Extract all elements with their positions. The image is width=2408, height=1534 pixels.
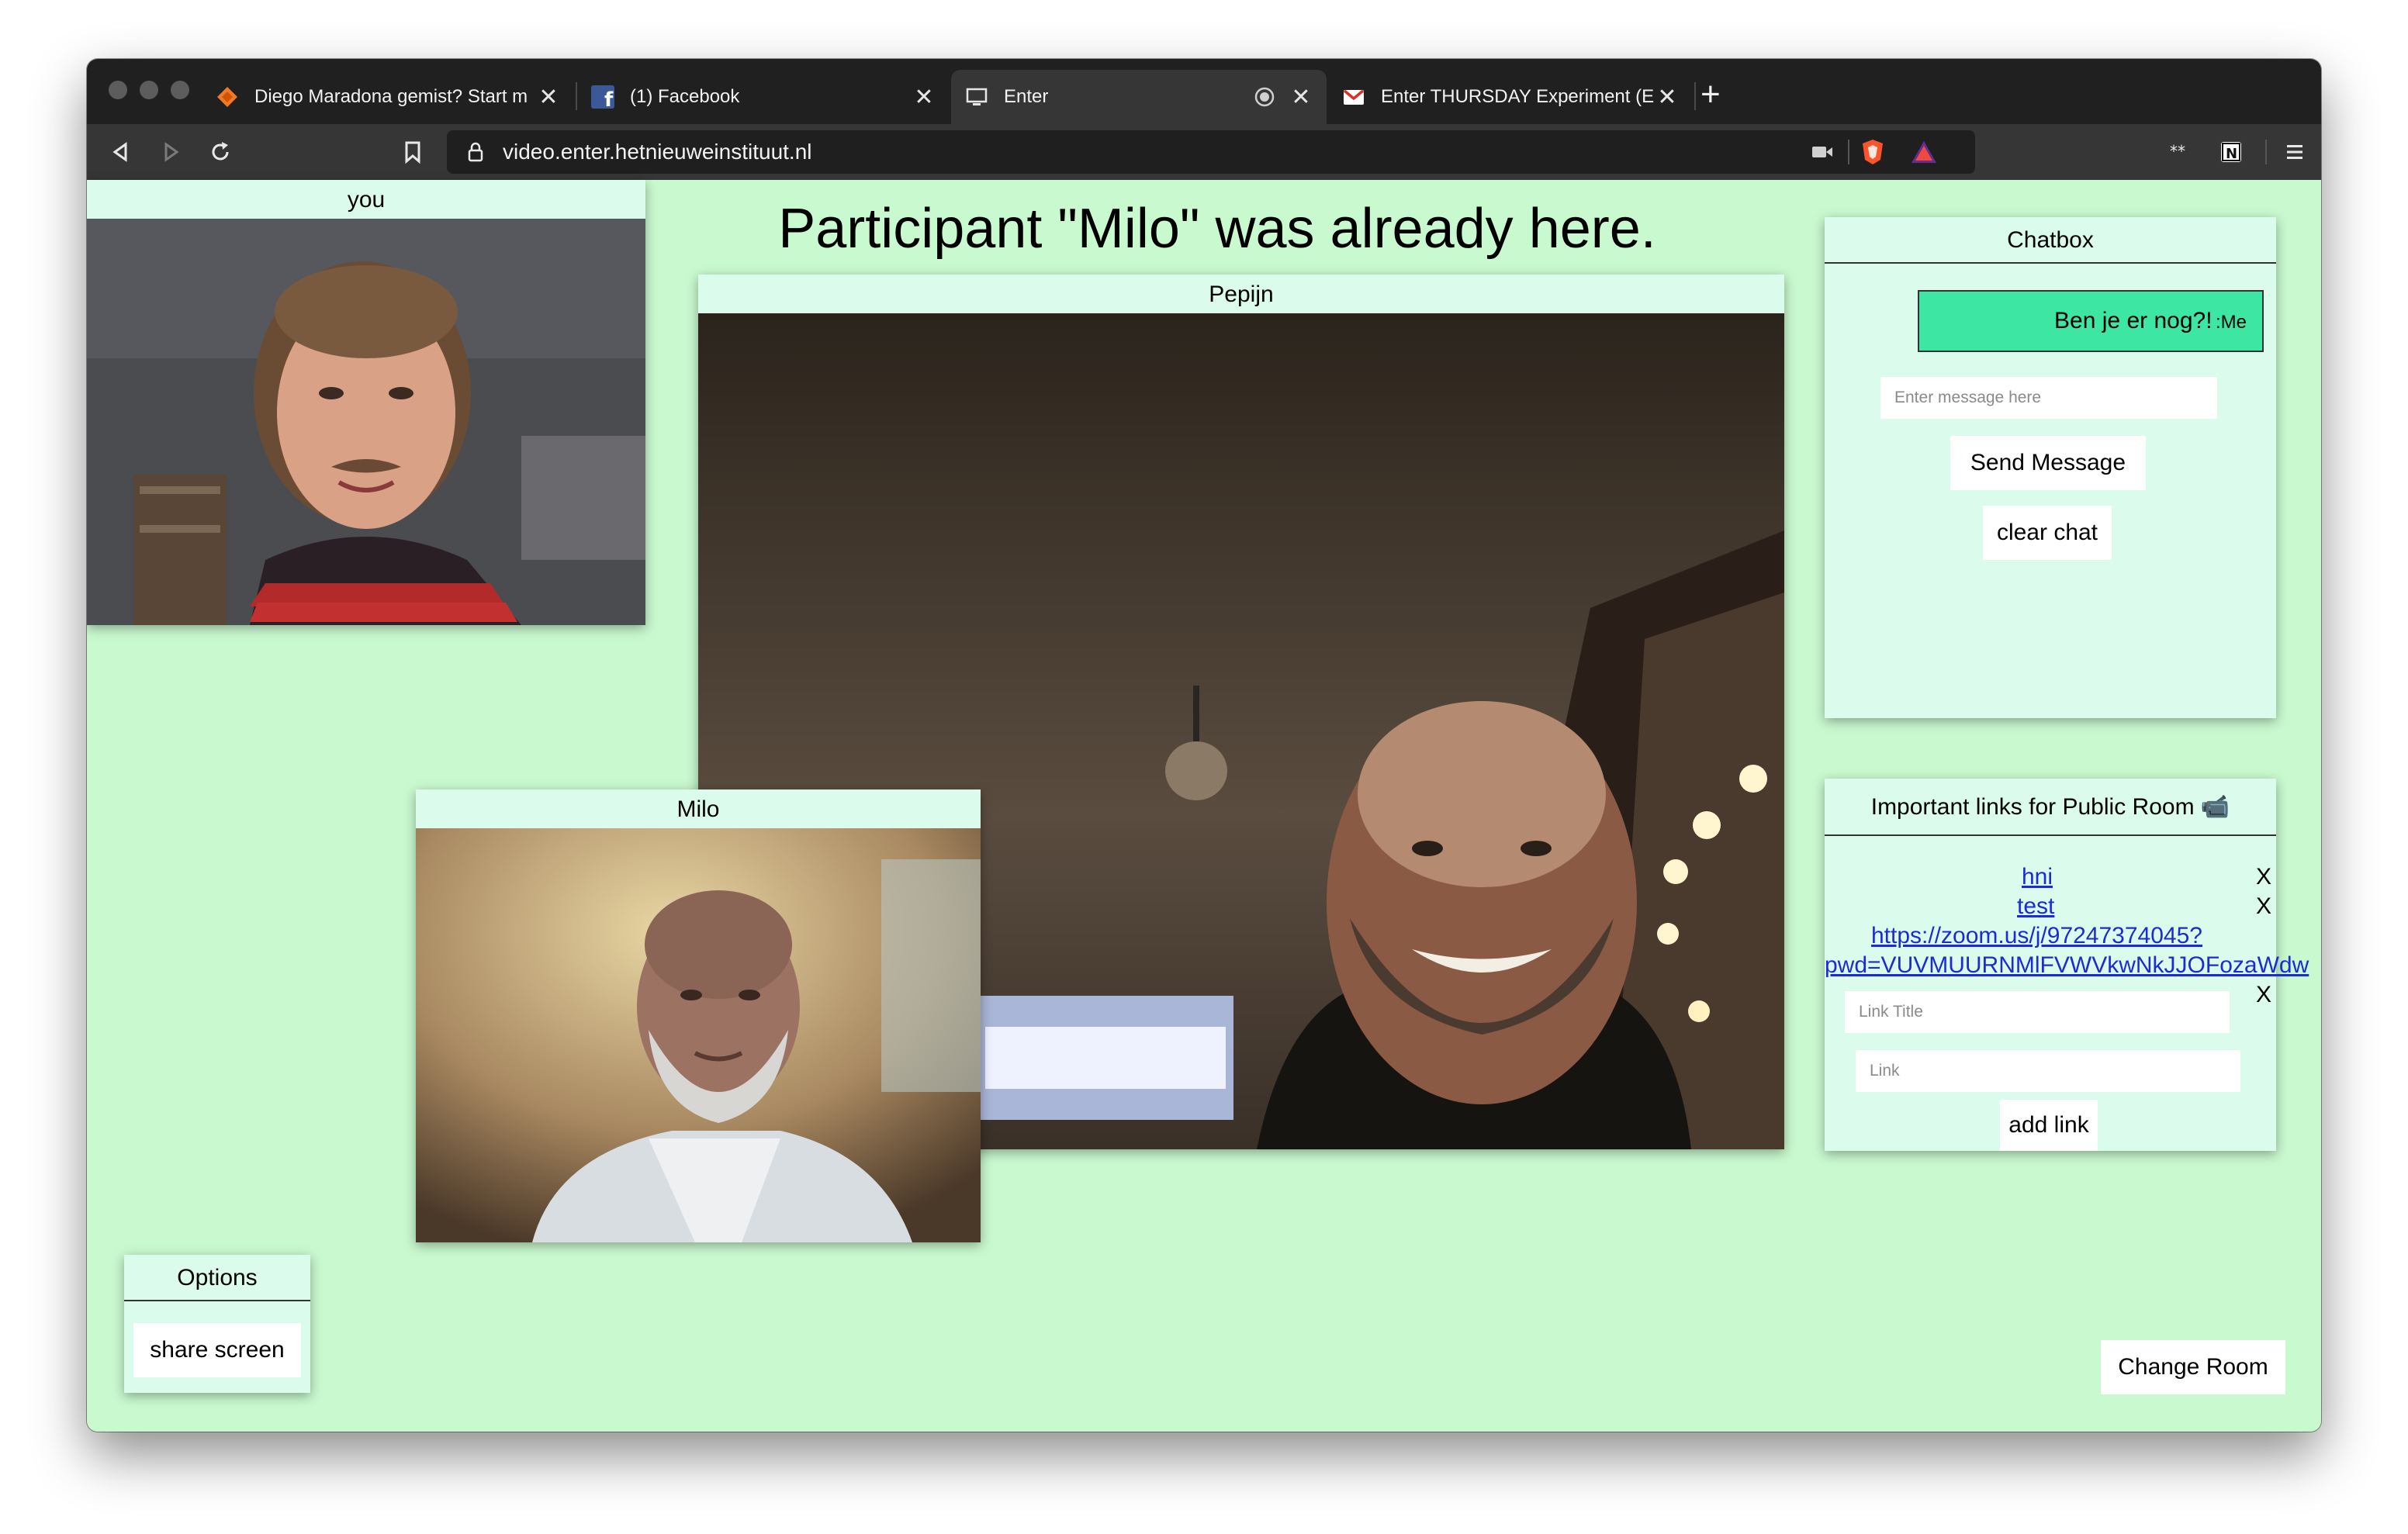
remove-link-button[interactable]: X [2256, 893, 2271, 920]
recording-indicator-icon [1254, 86, 1275, 108]
toolbar-divider [2265, 140, 2267, 164]
monitor-icon [965, 85, 988, 109]
change-room-button[interactable]: Change Room [2101, 1340, 2285, 1394]
video-label: you [87, 180, 645, 219]
chat-message-input[interactable]: Enter message here [1880, 377, 2217, 419]
tab-enter[interactable]: Enter ✕ [951, 70, 1327, 124]
svg-text:f: f [604, 88, 614, 109]
chatbox-panel: Chatbox Ben je er nog?! :Me Enter messag… [1825, 217, 2276, 718]
lock-icon [468, 142, 483, 162]
self-video [87, 219, 645, 625]
page-content: you Participant "Milo" was already here.… [87, 180, 2321, 1432]
forward-button[interactable] [155, 136, 186, 168]
link-title-input[interactable]: Link Title [1845, 991, 2230, 1033]
tab-facebook[interactable]: f (1) Facebook ✕ [577, 70, 950, 124]
brave-shield-icon[interactable] [1860, 138, 1885, 166]
chat-message-sender: :Me [2215, 312, 2247, 333]
tab-title: Enter THURSDAY Experiment (E [1381, 86, 1655, 107]
self-video-frame [87, 219, 645, 625]
add-link-button[interactable]: add link [2000, 1100, 2098, 1151]
camera-icon[interactable] [1811, 143, 1834, 161]
link-test[interactable]: test [2017, 893, 2054, 920]
close-window-icon[interactable] [109, 81, 127, 99]
notion-extension-icon[interactable]: N [2216, 136, 2247, 168]
close-tab-icon[interactable]: ✕ [1289, 84, 1313, 111]
link-hni[interactable]: hni [2022, 864, 2053, 890]
milo-video [416, 828, 981, 1242]
links-panel-title: Important links for Public Room 📹 [1825, 779, 2276, 836]
tab-divider [1694, 82, 1696, 110]
bookmark-button[interactable] [397, 136, 428, 168]
links-panel: Important links for Public Room 📹 hni X … [1825, 779, 2309, 1151]
brave-rewards-icon[interactable] [1910, 140, 1938, 164]
chat-message-bubble: Ben je er nog?! :Me [1918, 290, 2264, 352]
close-tab-icon[interactable]: ✕ [537, 84, 560, 111]
tab-gmail[interactable]: Enter THURSDAY Experiment (E ✕ [1328, 70, 1693, 124]
options-panel: Options share screen [124, 1255, 310, 1393]
extensions-icon[interactable]: ** [2164, 136, 2195, 168]
chatbox-title: Chatbox [1825, 217, 2276, 264]
forward-arrow-icon [164, 142, 179, 162]
tab-title: Diego Maradona gemist? Start m [254, 86, 528, 107]
tab-maradona[interactable]: Diego Maradona gemist? Start m ✕ [202, 70, 574, 124]
chat-message-text: Ben je er nog?! [2054, 308, 2213, 333]
close-tab-icon[interactable]: ✕ [1656, 84, 1679, 111]
new-tab-button[interactable]: + [1700, 78, 1721, 112]
reload-icon [212, 142, 229, 161]
bookmark-icon [405, 141, 420, 164]
browser-toolbar: video.enter.hetnieuweinstituut.nl ** N [87, 124, 2321, 180]
back-arrow-icon [112, 142, 127, 162]
remove-link-button[interactable]: X [2256, 982, 2271, 1008]
link-zoom-line2[interactable]: pwd=VUVMUURNMlFVWVkwNkJJOFozaWdw [1825, 952, 2309, 979]
urlbar-divider [1848, 140, 1849, 164]
video-label: Pepijn [698, 275, 1784, 313]
remove-link-button[interactable]: X [2256, 864, 2271, 890]
url-text: video.enter.hetnieuweinstituut.nl [503, 140, 812, 164]
zoom-window-icon[interactable] [171, 81, 189, 99]
milo-video-box: Milo [416, 789, 981, 1242]
link-url-input[interactable]: Link [1856, 1050, 2240, 1092]
clear-chat-button[interactable]: clear chat [1983, 506, 2112, 560]
participant-status-message: Participant "Milo" was already here. [778, 198, 1656, 260]
share-screen-button[interactable]: share screen [133, 1323, 301, 1377]
send-message-button[interactable]: Send Message [1950, 436, 2146, 490]
facebook-icon: f [591, 85, 614, 109]
minimize-window-icon[interactable] [140, 81, 158, 99]
close-tab-icon[interactable]: ✕ [912, 84, 936, 111]
link-zoom-line1[interactable]: https://zoom.us/j/97247374045? [1871, 923, 2202, 949]
menu-icon[interactable] [2279, 136, 2310, 168]
tab-title: Enter [1004, 86, 1049, 107]
tab-strip: Diego Maradona gemist? Start m ✕ f (1) F… [87, 59, 2321, 124]
self-video-box: you [87, 180, 645, 625]
gmail-icon [1342, 85, 1365, 109]
video-label: Milo [416, 789, 981, 828]
svg-text:N: N [2226, 146, 2237, 162]
address-bar[interactable]: video.enter.hetnieuweinstituut.nl [447, 130, 1975, 174]
milo-video-frame [416, 828, 981, 1242]
svg-text:**: ** [2170, 144, 2185, 160]
reload-button[interactable] [205, 136, 236, 168]
brave-orange-icon [216, 85, 239, 109]
options-title: Options [124, 1255, 310, 1301]
back-button[interactable] [106, 136, 137, 168]
browser-window: Diego Maradona gemist? Start m ✕ f (1) F… [87, 59, 2321, 1432]
tab-title: (1) Facebook [630, 86, 740, 107]
